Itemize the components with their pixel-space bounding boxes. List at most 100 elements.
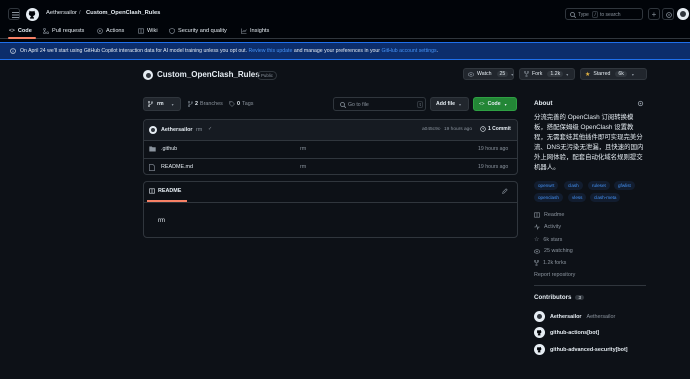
stars-link[interactable]: ☆ 6k stars bbox=[534, 236, 563, 244]
star-label: Starred bbox=[593, 71, 611, 77]
contributor-name: Aethersailor bbox=[550, 313, 582, 320]
edit-icon[interactable] bbox=[502, 188, 508, 194]
repo-owner-link[interactable]: Aethersailor bbox=[46, 10, 77, 16]
file-commit-message[interactable]: rm bbox=[300, 164, 306, 170]
activity-link-label: Activity bbox=[544, 224, 562, 230]
star-button[interactable]: ★ Starred 6k ▾ bbox=[580, 68, 647, 80]
top-header: Aethersailor / Custom_OpenClash_Rules Ty… bbox=[0, 0, 690, 39]
repo-avatar bbox=[143, 70, 153, 80]
commit-hash[interactable]: a045c9c bbox=[422, 127, 440, 132]
report-link-label: Report repository bbox=[534, 272, 576, 278]
watch-count: 25 bbox=[496, 71, 509, 77]
topic-tag[interactable]: ruleset bbox=[588, 181, 610, 190]
watch-button[interactable]: Watch 25 ▾ bbox=[463, 68, 514, 80]
code-icon: <> bbox=[9, 28, 15, 34]
tab-security[interactable]: Security and quality bbox=[169, 28, 227, 34]
readme-panel: README rm bbox=[143, 181, 518, 238]
readme-tab[interactable]: README bbox=[149, 188, 181, 194]
github-logo-icon bbox=[534, 327, 545, 338]
about-settings-icon[interactable] bbox=[637, 100, 644, 107]
avatar[interactable] bbox=[677, 8, 689, 20]
branches-link[interactable]: 2 Branches bbox=[188, 101, 223, 107]
topic-tag[interactable]: openwrt bbox=[534, 181, 559, 190]
pulse-icon bbox=[534, 224, 540, 230]
tab-active-underline bbox=[8, 37, 36, 39]
topic-tag[interactable]: gfwlist bbox=[614, 181, 635, 190]
tab-pull-requests[interactable]: Pull requests bbox=[43, 28, 84, 34]
plus-icon: + bbox=[651, 9, 657, 19]
pull-request-icon bbox=[43, 28, 49, 34]
issue-icon bbox=[665, 11, 672, 18]
contributor-item[interactable]: github-advanced-security[bot] bbox=[534, 344, 628, 355]
file-icon bbox=[149, 164, 155, 171]
book-icon bbox=[534, 212, 540, 218]
chevron-down-icon: ▾ bbox=[459, 101, 462, 107]
review-update-link[interactable]: Review this update bbox=[249, 48, 293, 54]
contributor-item[interactable]: github-actions[bot] bbox=[534, 327, 599, 338]
search-shortcut-key: / bbox=[592, 10, 599, 18]
branch-selector[interactable]: rm ▾ bbox=[143, 97, 181, 111]
table-row[interactable]: .github rm 19 hours ago bbox=[144, 140, 517, 157]
notice-banner: On April 24 we'll start using GitHub Cop… bbox=[0, 42, 690, 60]
chevron-down-icon: ▾ bbox=[504, 101, 507, 107]
repo-title: Custom_OpenClash_Rules bbox=[157, 70, 260, 79]
menu-button[interactable] bbox=[8, 8, 20, 20]
tab-insights[interactable]: Insights bbox=[241, 28, 269, 34]
star-filled-icon: ★ bbox=[585, 71, 591, 78]
github-logo-icon bbox=[534, 344, 545, 355]
file-name[interactable]: README.md bbox=[161, 164, 193, 170]
watchers-link[interactable]: 25 watching bbox=[534, 248, 573, 254]
contributor-name: github-advanced-security[bot] bbox=[550, 346, 628, 353]
repo-name-link[interactable]: Custom_OpenClash_Rules bbox=[86, 10, 160, 16]
topic-tag[interactable]: openclash bbox=[534, 193, 563, 202]
search-placeholder-suffix: to search bbox=[600, 11, 621, 18]
tag-icon bbox=[229, 101, 235, 107]
topic-tag[interactable]: vless bbox=[568, 193, 587, 202]
file-commit-message[interactable]: rm bbox=[300, 146, 306, 152]
account-settings-link[interactable]: GitHub account settings bbox=[382, 48, 437, 54]
forks-link[interactable]: 1.2k forks bbox=[534, 260, 566, 266]
search-input[interactable]: Type / to search bbox=[565, 8, 643, 20]
tags-count: 0 bbox=[237, 101, 240, 107]
commit-author[interactable]: Aethersailor bbox=[161, 127, 192, 133]
tab-wiki[interactable]: Wiki bbox=[138, 28, 158, 34]
about-title: About bbox=[534, 100, 553, 107]
fork-icon bbox=[524, 71, 529, 77]
issues-button[interactable] bbox=[662, 8, 674, 20]
code-button[interactable]: <> Code ▾ bbox=[473, 97, 517, 111]
folder-icon bbox=[149, 146, 156, 152]
contributors-heading[interactable]: Contributors 3 bbox=[534, 294, 585, 301]
code-label: Code bbox=[487, 101, 501, 107]
topic-tag[interactable]: clash bbox=[564, 181, 583, 190]
github-logo-icon[interactable] bbox=[25, 7, 39, 21]
banner-text-end: . bbox=[436, 48, 439, 54]
create-new-button[interactable]: + bbox=[648, 8, 660, 20]
graph-icon bbox=[241, 28, 247, 34]
tab-actions[interactable]: Actions bbox=[97, 28, 124, 34]
readme-link[interactable]: Readme bbox=[534, 212, 564, 218]
fork-button[interactable]: Fork 1.2k ▾ bbox=[519, 68, 575, 80]
fork-icon bbox=[534, 260, 539, 266]
history-icon bbox=[480, 126, 486, 132]
file-age: 19 hours ago bbox=[478, 164, 509, 170]
search-icon bbox=[339, 101, 346, 108]
go-to-file-input[interactable]: Go to file t bbox=[333, 97, 426, 111]
avatar[interactable] bbox=[149, 126, 157, 134]
commit-message[interactable]: rm bbox=[196, 127, 202, 133]
activity-link[interactable]: Activity bbox=[534, 224, 561, 230]
file-name[interactable]: .github bbox=[161, 146, 177, 152]
hamburger-icon bbox=[11, 11, 19, 19]
chevron-down-icon: ▾ bbox=[171, 101, 174, 107]
tab-code[interactable]: <> Code bbox=[9, 28, 32, 34]
stars-link-label: 6k stars bbox=[543, 236, 563, 243]
about-description: 分流完善的 OpenClash 订阅转换模板，搭配保姆级 OpenClash 设… bbox=[534, 114, 644, 171]
star-count: 6k bbox=[615, 71, 627, 77]
contributor-item[interactable]: Aethersailor Aethersailor bbox=[534, 311, 615, 322]
add-file-button[interactable]: Add file ▾ bbox=[430, 97, 469, 111]
table-row[interactable]: README.md rm 19 hours ago bbox=[144, 158, 517, 174]
report-repository-link[interactable]: Report repository bbox=[534, 272, 575, 278]
search-placeholder: Type bbox=[578, 11, 589, 18]
tags-link[interactable]: 0 Tags bbox=[229, 101, 253, 107]
commits-link[interactable]: 1 Commit bbox=[480, 126, 511, 132]
topic-tag[interactable]: clash-meta bbox=[590, 193, 621, 202]
